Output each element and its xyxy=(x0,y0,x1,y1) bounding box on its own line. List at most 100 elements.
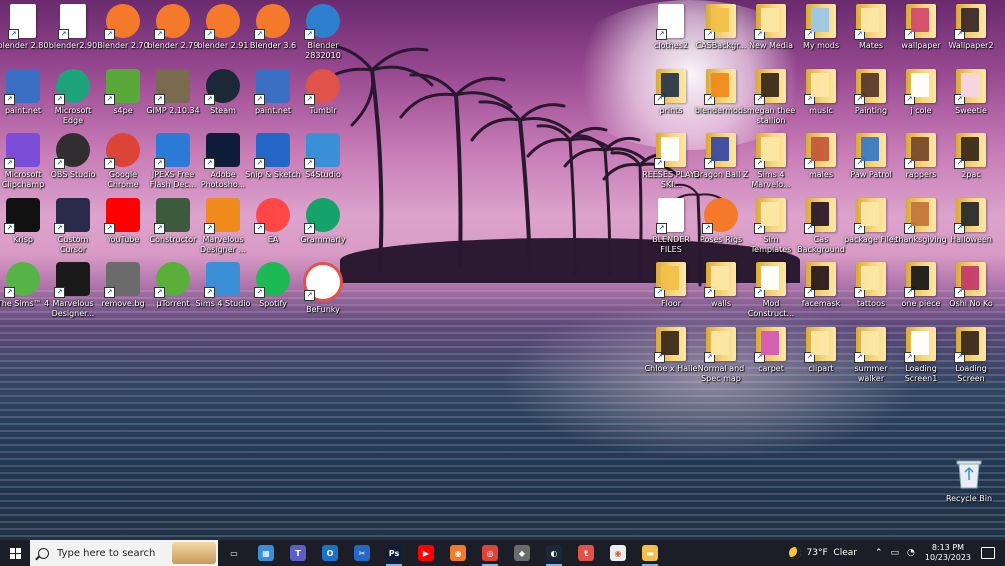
shortcut-arrow-icon: ↗ xyxy=(254,287,265,298)
shortcut-arrow-icon: ↗ xyxy=(204,158,215,169)
shortcut-arrow-icon: ↗ xyxy=(904,287,915,298)
battery-icon[interactable]: ▭ xyxy=(891,548,900,558)
shortcut-arrow-icon: ↗ xyxy=(204,287,215,298)
notification-icon[interactable] xyxy=(981,547,995,559)
shortcut-arrow-icon: ↗ xyxy=(656,222,667,234)
jpexs-icon: ↗ xyxy=(154,133,190,169)
blender-icon: ↗ xyxy=(204,4,240,40)
shortcut-arrow-icon: ↗ xyxy=(154,93,165,105)
blender-icon: ↗ xyxy=(304,4,340,40)
shortcut-arrow-icon: ↗ xyxy=(104,29,115,40)
desktop-icon[interactable]: ↗ Sweetie xyxy=(942,68,1000,116)
recycle-bin[interactable]: Recycle Bin xyxy=(940,457,998,504)
gimp-icon: ↗ xyxy=(154,68,190,105)
taskbar-photoshop[interactable]: Ps xyxy=(378,540,410,566)
outlook-icon: O xyxy=(322,545,338,561)
desktop-icon[interactable]: ↗ Grammarly xyxy=(294,197,352,245)
shortcut-arrow-icon: ↗ xyxy=(654,93,665,105)
file-icon: ↗ xyxy=(8,4,36,40)
taskbar-search-box[interactable]: Type here to search xyxy=(30,540,218,566)
desktop-icon-label: BeFunky xyxy=(306,305,340,314)
obs-icon: ↗ xyxy=(54,133,90,169)
shortcut-arrow-icon: ↗ xyxy=(754,29,765,40)
desktop-icon[interactable]: ↗ Loading Screen xyxy=(942,326,1000,384)
folder-icon: ↗ xyxy=(704,4,736,40)
shortcut-arrow-icon: ↗ xyxy=(704,158,715,169)
shortcut-arrow-icon: ↗ xyxy=(854,93,865,105)
shortcut-arrow-icon: ↗ xyxy=(154,158,165,169)
shortcut-arrow-icon: ↗ xyxy=(58,29,69,40)
shortcut-arrow-icon: ↗ xyxy=(754,93,765,105)
desktop-icon[interactable]: ↗ Blender 2832010 xyxy=(294,4,352,61)
taskbar-file-explorer[interactable]: ▬ xyxy=(634,540,666,566)
tumblr-icon: ↗ xyxy=(304,68,340,105)
chevron-up-icon[interactable]: ⌃ xyxy=(875,548,883,558)
shortcut-arrow-icon: ↗ xyxy=(304,222,315,234)
taskbar-task-view[interactable]: ▭ xyxy=(218,540,250,566)
chrome-icon: ↗ xyxy=(104,133,140,169)
chrome-icon: ◎ xyxy=(482,545,498,561)
folder-icon: ↗ xyxy=(754,133,786,169)
folder-icon: ↗ xyxy=(654,326,686,363)
taskbar-remove-bg[interactable]: ◆ xyxy=(506,540,538,566)
taskbar-snip-sketch[interactable]: ✂ xyxy=(346,540,378,566)
desktop-icon[interactable]: ↗ Tumblr xyxy=(294,68,352,116)
shortcut-arrow-icon: ↗ xyxy=(854,158,865,169)
desktop-icon[interactable]: ↗ Wallpaper2 xyxy=(942,4,1000,51)
taskbar-youtube[interactable]: ▶ xyxy=(410,540,442,566)
shortcut-arrow-icon: ↗ xyxy=(904,158,915,169)
wifi-icon[interactable]: ◔ xyxy=(907,548,915,558)
shortcut-arrow-icon: ↗ xyxy=(104,222,115,234)
blender-icon: ↗ xyxy=(702,197,738,234)
snip-icon: ↗ xyxy=(254,133,290,169)
shortcut-arrow-icon: ↗ xyxy=(654,351,665,363)
shortcut-arrow-icon: ↗ xyxy=(754,287,765,298)
taskbar-tumblr[interactable]: t xyxy=(570,540,602,566)
clock[interactable]: 8:13 PM 10/23/2023 xyxy=(925,543,971,563)
folder-icon: ↗ xyxy=(704,262,736,298)
folder-icon: ↗ xyxy=(754,326,786,363)
desktop-icon[interactable]: ↗ BeFunky xyxy=(294,262,352,315)
shortcut-arrow-icon: ↗ xyxy=(54,222,65,234)
shortcut-arrow-icon: ↗ xyxy=(954,222,965,234)
taskbar-befunky[interactable]: ◉ xyxy=(602,540,634,566)
shortcut-arrow-icon: ↗ xyxy=(904,351,915,363)
desktop-icon[interactable]: ↗ 2pac xyxy=(942,133,1000,180)
folder-icon: ↗ xyxy=(704,326,736,363)
desktop-icon-label: S4Studio xyxy=(305,170,341,179)
krisp-icon: ↗ xyxy=(4,197,40,234)
shortcut-arrow-icon: ↗ xyxy=(754,351,765,363)
shortcut-arrow-icon: ↗ xyxy=(54,158,65,169)
folder-icon: ↗ xyxy=(854,197,886,234)
taskbar-teams[interactable]: T xyxy=(282,540,314,566)
shortcut-arrow-icon: ↗ xyxy=(154,287,165,298)
system-tray: 73°F Clear ⌃ ▭ ◔ 8:13 PM 10/23/2023 xyxy=(788,540,1005,566)
desktop-icon[interactable]: ↗ Halloween xyxy=(942,197,1000,245)
cursor-icon: ↗ xyxy=(54,197,90,234)
taskbar-blender[interactable]: ◉ xyxy=(442,540,474,566)
blender-icon: ↗ xyxy=(154,4,190,40)
weather-widget[interactable]: 73°F Clear xyxy=(788,547,857,559)
shortcut-arrow-icon: ↗ xyxy=(904,29,915,40)
desktop-icon[interactable]: ↗ Oshi No Ko xyxy=(942,262,1000,309)
befunky-icon: ◉ xyxy=(610,545,626,561)
taskbar-chrome[interactable]: ◎ xyxy=(474,540,506,566)
shortcut-arrow-icon: ↗ xyxy=(804,287,815,298)
grammarly-icon: ↗ xyxy=(304,197,340,234)
file-icon: ↗ xyxy=(656,197,684,234)
search-icon xyxy=(38,547,49,559)
taskbar-steam[interactable]: ◐ xyxy=(538,540,570,566)
s4studio-icon: ↗ xyxy=(304,133,340,169)
folder-icon: ↗ xyxy=(854,4,886,40)
shortcut-arrow-icon: ↗ xyxy=(804,158,815,169)
start-button[interactable] xyxy=(0,540,30,566)
taskbar-outlook[interactable]: O xyxy=(314,540,346,566)
desktop-icon[interactable]: ↗ S4Studio xyxy=(294,133,352,180)
shortcut-arrow-icon: ↗ xyxy=(854,287,865,298)
shortcut-arrow-icon: ↗ xyxy=(754,222,765,234)
folder-icon: ↗ xyxy=(904,326,936,363)
shortcut-arrow-icon: ↗ xyxy=(54,93,65,105)
shortcut-arrow-icon: ↗ xyxy=(704,351,715,363)
taskbar-microsoft-store[interactable]: ▦ xyxy=(250,540,282,566)
desktop-icon-label: 2pac xyxy=(961,170,981,179)
